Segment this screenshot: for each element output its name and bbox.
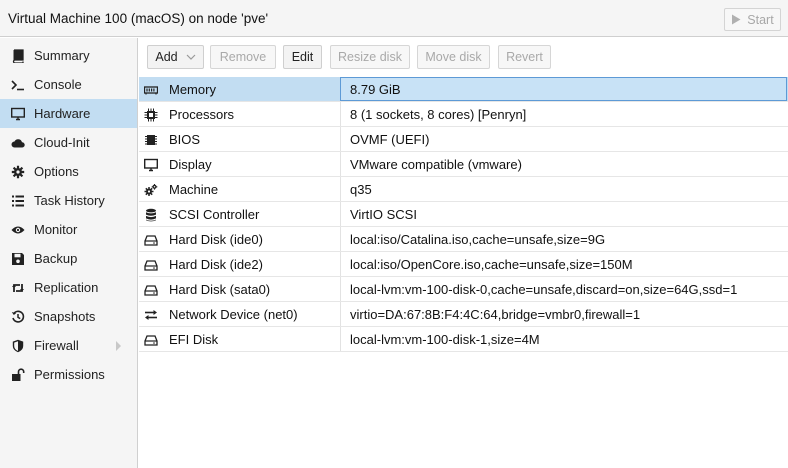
table-row[interactable]: Network Device (net0) virtio=DA:67:8B:F4… — [139, 302, 788, 327]
retweet-icon — [10, 280, 26, 296]
gear-icon — [10, 164, 26, 180]
sidebar-item-options[interactable]: Options — [0, 157, 137, 186]
table-row[interactable]: Memory 8.79 GiB — [139, 77, 788, 102]
exchange-icon — [143, 307, 159, 322]
monitor-icon — [10, 106, 26, 122]
table-row[interactable]: EFI Disk local-lvm:vm-100-disk-1,size=4M — [139, 327, 788, 352]
sidebar-item-replication[interactable]: Replication — [0, 273, 137, 302]
list-icon — [10, 193, 26, 209]
sidebar-item-firewall[interactable]: Firewall — [0, 331, 137, 360]
sidebar-item-summary[interactable]: Summary — [0, 41, 137, 70]
database-icon — [143, 207, 159, 222]
table-row[interactable]: Hard Disk (ide2) local:iso/OpenCore.iso,… — [139, 252, 788, 277]
move-disk-button[interactable]: Move disk — [417, 45, 490, 69]
window-title: Virtual Machine 100 (macOS) on node 'pve… — [8, 11, 269, 26]
sidebar-item-console[interactable]: Console — [0, 70, 137, 99]
terminal-icon — [10, 77, 26, 93]
sidebar-item-backup[interactable]: Backup — [0, 244, 137, 273]
sidebar-item-cloud-init[interactable]: Cloud-Init — [0, 128, 137, 157]
sidebar-item-task-history[interactable]: Task History — [0, 186, 137, 215]
title-bar: Virtual Machine 100 (macOS) on node 'pve… — [0, 0, 788, 37]
hdd-icon — [143, 332, 159, 347]
sidebar: Summary Console Hardware Cloud-Init Opti… — [0, 38, 138, 468]
history-icon — [10, 309, 26, 325]
sidebar-item-permissions[interactable]: Permissions — [0, 360, 137, 389]
cpu-icon — [143, 107, 159, 122]
table-row[interactable]: SCSI Controller VirtIO SCSI — [139, 202, 788, 227]
cogs-icon — [143, 182, 159, 197]
sidebar-item-monitor[interactable]: Monitor — [0, 215, 137, 244]
add-button[interactable]: Add — [147, 45, 204, 69]
toolbar: Add Remove Edit Resize disk Move disk Re… — [139, 38, 788, 75]
chip-icon — [143, 132, 159, 147]
revert-button[interactable]: Revert — [498, 45, 551, 69]
edit-button[interactable]: Edit — [283, 45, 322, 69]
eye-icon — [10, 222, 26, 238]
floppy-icon — [10, 251, 26, 267]
unlock-icon — [10, 367, 26, 383]
hdd-icon — [143, 232, 159, 247]
play-icon — [732, 14, 741, 25]
sidebar-item-snapshots[interactable]: Snapshots — [0, 302, 137, 331]
desktop-icon — [143, 157, 159, 172]
start-button[interactable]: Start — [724, 8, 781, 31]
chevron-down-icon — [186, 54, 196, 60]
hdd-icon — [143, 257, 159, 272]
table-row[interactable]: Hard Disk (ide0) local:iso/Catalina.iso,… — [139, 227, 788, 252]
sidebar-item-hardware[interactable]: Hardware — [0, 99, 137, 128]
resize-disk-button[interactable]: Resize disk — [330, 45, 410, 69]
shield-icon — [10, 338, 26, 354]
chevron-right-icon[interactable] — [116, 341, 121, 351]
start-button-label: Start — [747, 12, 774, 27]
hdd-icon — [143, 282, 159, 297]
table-row[interactable]: Hard Disk (sata0) local-lvm:vm-100-disk-… — [139, 277, 788, 302]
table-row[interactable]: Processors 8 (1 sockets, 8 cores) [Penry… — [139, 102, 788, 127]
remove-button[interactable]: Remove — [210, 45, 276, 69]
memory-icon — [143, 82, 159, 97]
table-row[interactable]: Display VMware compatible (vmware) — [139, 152, 788, 177]
cloud-icon — [10, 135, 26, 151]
table-row[interactable]: BIOS OVMF (UEFI) — [139, 127, 788, 152]
hardware-grid: Memory 8.79 GiB Processors 8 (1 sockets,… — [139, 77, 788, 352]
table-row[interactable]: Machine q35 — [139, 177, 788, 202]
book-icon — [10, 48, 26, 64]
